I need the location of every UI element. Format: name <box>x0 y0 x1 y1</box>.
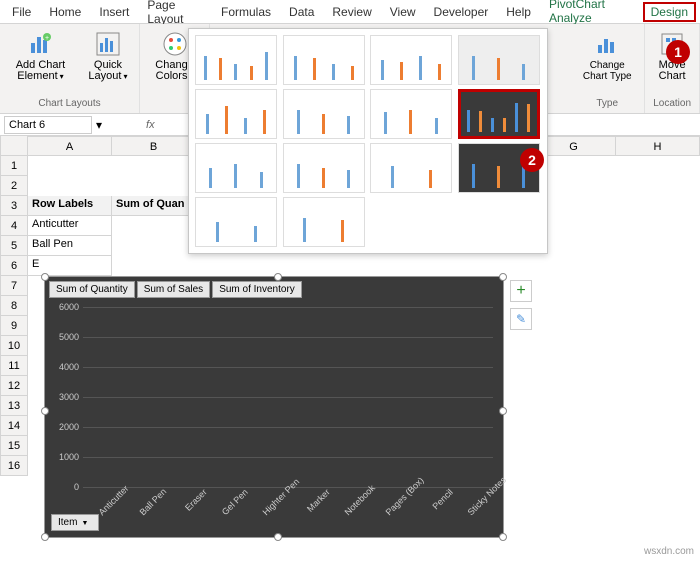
cell[interactable]: Sum of Quan <box>112 196 196 216</box>
style-thumb[interactable] <box>283 89 365 139</box>
col-header[interactable]: H <box>616 136 700 156</box>
item-filter-button[interactable]: Item <box>51 514 99 531</box>
tab-design[interactable]: Design <box>643 2 696 22</box>
cell[interactable]: Ball Pen <box>28 236 112 256</box>
tab-help[interactable]: Help <box>498 2 539 22</box>
watermark: wsxdn.com <box>644 546 694 557</box>
group-type: Change Chart Type Type <box>570 24 645 113</box>
group-label-location: Location <box>653 98 691 109</box>
plot-area[interactable]: 0100020003000400050006000 <box>83 307 493 487</box>
tab-data[interactable]: Data <box>281 2 322 22</box>
style-thumb[interactable] <box>458 35 540 85</box>
row-header[interactable]: 6 <box>0 256 28 276</box>
quick-layout-button[interactable]: Quick Layout <box>83 28 133 84</box>
col-header[interactable]: A <box>28 136 112 156</box>
svg-text:+: + <box>45 35 49 42</box>
change-chart-type-button[interactable]: Change Chart Type <box>576 28 638 84</box>
chart-styles-button[interactable]: ✎ <box>510 308 532 330</box>
style-thumb[interactable] <box>283 197 365 247</box>
style-thumb[interactable] <box>195 35 277 85</box>
tab-home[interactable]: Home <box>41 2 89 22</box>
row-header[interactable]: 7 <box>0 276 28 296</box>
tab-formulas[interactable]: Formulas <box>213 2 279 22</box>
tab-developer[interactable]: Developer <box>426 2 497 22</box>
row-header[interactable]: 2 <box>0 176 28 196</box>
name-box[interactable] <box>4 116 92 134</box>
row-header[interactable]: 15 <box>0 436 28 456</box>
style-thumb[interactable] <box>195 197 277 247</box>
row-header[interactable]: 14 <box>0 416 28 436</box>
chart-styles-gallery[interactable] <box>188 28 548 254</box>
style-thumb[interactable] <box>283 143 365 193</box>
row-header[interactable]: 13 <box>0 396 28 416</box>
group-label-type: Type <box>596 98 618 109</box>
style-thumb[interactable] <box>195 89 277 139</box>
chart-field-buttons: Sum of Quantity Sum of Sales Sum of Inve… <box>45 277 503 302</box>
add-chart-element-button[interactable]: + Add Chart Element <box>6 28 75 84</box>
cell[interactable]: E <box>28 256 112 276</box>
x-axis-labels: AnticutterBall PenEraserGel PenHighter P… <box>83 487 493 531</box>
cell[interactable]: Row Labels <box>28 196 112 216</box>
callout-2: 2 <box>520 148 544 172</box>
col-header[interactable]: B <box>112 136 196 156</box>
style-thumb[interactable] <box>370 89 452 139</box>
group-chart-layouts: + Add Chart Element Quick Layout Chart L… <box>0 24 140 113</box>
field-button-quantity[interactable]: Sum of Quantity <box>49 281 135 298</box>
fx-label[interactable]: fx <box>146 119 155 131</box>
row-header[interactable]: 5 <box>0 236 28 256</box>
palette-icon <box>161 30 189 58</box>
style-thumb[interactable] <box>370 35 452 85</box>
field-button-sales[interactable]: Sum of Sales <box>137 281 210 298</box>
ribbon-tabs: File Home Insert Page Layout Formulas Da… <box>0 0 700 24</box>
chart-type-icon <box>593 30 621 58</box>
cell[interactable]: Anticutter <box>28 216 112 236</box>
tab-view[interactable]: View <box>382 2 424 22</box>
row-header[interactable]: 8 <box>0 296 28 316</box>
style-thumb-selected[interactable] <box>458 89 540 139</box>
row-header[interactable]: 4 <box>0 216 28 236</box>
quick-layout-icon <box>94 30 122 58</box>
row-header[interactable]: 12 <box>0 376 28 396</box>
row-header[interactable]: 1 <box>0 156 28 176</box>
select-all-cell[interactable] <box>0 136 28 156</box>
row-header[interactable]: 16 <box>0 456 28 476</box>
namebox-dropdown-icon[interactable]: ▾ <box>96 118 102 132</box>
style-thumb[interactable] <box>283 35 365 85</box>
chart-element-icon: + <box>26 30 54 58</box>
pivot-chart[interactable]: Sum of Quantity Sum of Sales Sum of Inve… <box>44 276 504 538</box>
style-thumb[interactable] <box>370 143 452 193</box>
row-header[interactable]: 3 <box>0 196 28 216</box>
style-thumb[interactable] <box>195 143 277 193</box>
group-label-layouts: Chart Layouts <box>38 98 100 109</box>
row-header[interactable]: 10 <box>0 336 28 356</box>
tab-file[interactable]: File <box>4 2 39 22</box>
field-button-inventory[interactable]: Sum of Inventory <box>212 281 302 298</box>
tab-insert[interactable]: Insert <box>91 2 137 22</box>
chart-elements-button[interactable]: + <box>510 280 532 302</box>
row-header[interactable]: 9 <box>0 316 28 336</box>
tab-review[interactable]: Review <box>324 2 379 22</box>
group-location: Move Chart Location <box>645 24 700 113</box>
row-header[interactable]: 11 <box>0 356 28 376</box>
chart-side-buttons: + ✎ <box>510 280 532 330</box>
callout-1: 1 <box>666 40 690 64</box>
